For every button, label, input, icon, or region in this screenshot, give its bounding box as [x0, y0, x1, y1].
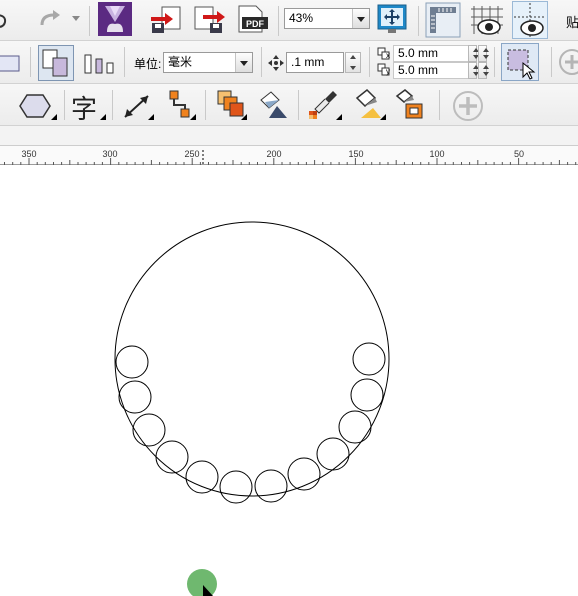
- separator: [124, 47, 125, 77]
- separator: [112, 90, 113, 120]
- smart-fill-icon[interactable]: [393, 88, 427, 122]
- small-circle: [185, 460, 219, 494]
- small-circle: [115, 345, 149, 379]
- mouse-cursor-indicator: [187, 569, 217, 596]
- redo-icon[interactable]: [38, 9, 64, 29]
- small-circle: [350, 378, 384, 412]
- ruler-label: 300: [102, 149, 118, 159]
- all-pages-icon[interactable]: [38, 45, 74, 81]
- small-circle: [254, 469, 288, 503]
- nudge-spinner[interactable]: [345, 52, 361, 73]
- duplicate-y-spinner-2[interactable]: [478, 62, 489, 79]
- paste-label[interactable]: 贴: [566, 12, 578, 31]
- ruler-label: 200: [266, 149, 282, 159]
- export-icon[interactable]: [193, 5, 227, 35]
- units-dropdown-arrow[interactable]: [235, 53, 252, 72]
- ruler-label: 150: [348, 149, 364, 159]
- units-label: 单位:: [134, 57, 162, 71]
- separator: [418, 6, 419, 36]
- polygon-tool-icon[interactable]: [18, 93, 52, 119]
- separator: [369, 47, 370, 77]
- ruler-label: 250: [184, 149, 200, 159]
- horizontal-ruler[interactable]: 350 300 250 200 150 100 50: [0, 145, 578, 165]
- small-circle: [118, 380, 152, 414]
- page-size-icon[interactable]: [0, 54, 22, 74]
- effects-flyout-icon: [241, 114, 247, 120]
- separator: [89, 6, 90, 36]
- fill-flyout-icon: [380, 114, 386, 120]
- duplicate-x-label: x: [386, 51, 390, 60]
- import-icon[interactable]: [149, 5, 183, 35]
- add-icon[interactable]: [558, 48, 578, 76]
- small-circle: [352, 342, 386, 376]
- separator: [261, 47, 262, 77]
- duplicate-x-input[interactable]: 5.0 mm: [393, 45, 476, 62]
- duplicate-y-label: y: [386, 67, 390, 76]
- drawing-canvas[interactable]: [0, 165, 578, 596]
- ruler-label: 350: [21, 149, 37, 159]
- small-circle: [316, 437, 350, 471]
- document-tab-area: [0, 126, 578, 145]
- duplicate-y-input[interactable]: 5.0 mm: [393, 62, 476, 79]
- svg-text:PDF: PDF: [246, 19, 265, 29]
- separator: [298, 90, 299, 120]
- ruler-label: 100: [429, 149, 445, 159]
- connector-flyout-icon: [190, 114, 196, 120]
- separator: [439, 90, 440, 120]
- separator: [64, 90, 65, 120]
- standard-toolbar: PDF 43% 贴: [0, 0, 578, 41]
- duplicate-x-spinner-2[interactable]: [478, 45, 489, 62]
- fill-icon[interactable]: [351, 88, 383, 122]
- drawing-svg: [114, 221, 390, 596]
- small-circle: [132, 413, 166, 447]
- ruler-label: 50: [513, 149, 525, 159]
- nudge-distance-input[interactable]: .1 mm: [286, 52, 344, 73]
- separator: [551, 47, 552, 77]
- text-icon[interactable]: 字: [71, 89, 97, 126]
- small-circle: [155, 440, 189, 474]
- eyedropper-icon[interactable]: [307, 89, 339, 121]
- full-screen-preview-icon[interactable]: [377, 4, 407, 34]
- separator: [494, 47, 495, 77]
- show-rulers-icon[interactable]: [425, 2, 461, 38]
- duplicate-y-spinner[interactable]: [468, 62, 479, 79]
- toolbox-bar: 字: [0, 84, 578, 126]
- guidelines-icon[interactable]: [512, 1, 548, 39]
- treat-as-filled-icon[interactable]: [501, 43, 539, 81]
- nudge-distance-value: .1 mm: [291, 55, 325, 69]
- zoom-level-value: 43%: [289, 11, 314, 25]
- redo-dropdown-icon[interactable]: [72, 16, 80, 22]
- separator: [205, 90, 206, 120]
- units-value: 毫米: [168, 55, 193, 69]
- launch-icon[interactable]: [98, 2, 132, 36]
- duplicate-x-spinner[interactable]: [468, 45, 479, 62]
- eyedropper-flyout-icon: [336, 114, 342, 120]
- zoom-dropdown-arrow[interactable]: [352, 9, 369, 28]
- export-pdf-icon[interactable]: PDF: [236, 4, 270, 36]
- zoom-level-combo[interactable]: 43%: [284, 8, 370, 29]
- text-flyout-icon: [100, 114, 106, 120]
- transparency-icon[interactable]: [257, 88, 291, 122]
- small-circle: [338, 410, 372, 444]
- ellipse-tool-icon[interactable]: [0, 93, 8, 117]
- units-combo[interactable]: 毫米: [163, 52, 253, 73]
- ruler-ticks: [4, 150, 577, 165]
- duplicate-y-value: 5.0 mm: [398, 63, 439, 77]
- small-circle: [219, 470, 253, 504]
- property-bar: 单位: 毫米 .1 mm x 5.0 mm y 5.0 mm: [0, 41, 578, 84]
- polygon-flyout-icon: [51, 114, 57, 120]
- dimension-flyout-icon: [148, 114, 154, 120]
- small-circle: [287, 457, 321, 491]
- nudge-icon: [268, 55, 284, 71]
- duplicate-x-value: 5.0 mm: [398, 46, 439, 60]
- separator: [278, 6, 279, 36]
- add-tool-icon[interactable]: [452, 90, 484, 122]
- undo-icon[interactable]: [0, 12, 8, 30]
- show-grid-icon[interactable]: [470, 3, 504, 37]
- separator: [30, 47, 31, 77]
- current-page-icon[interactable]: [83, 49, 117, 75]
